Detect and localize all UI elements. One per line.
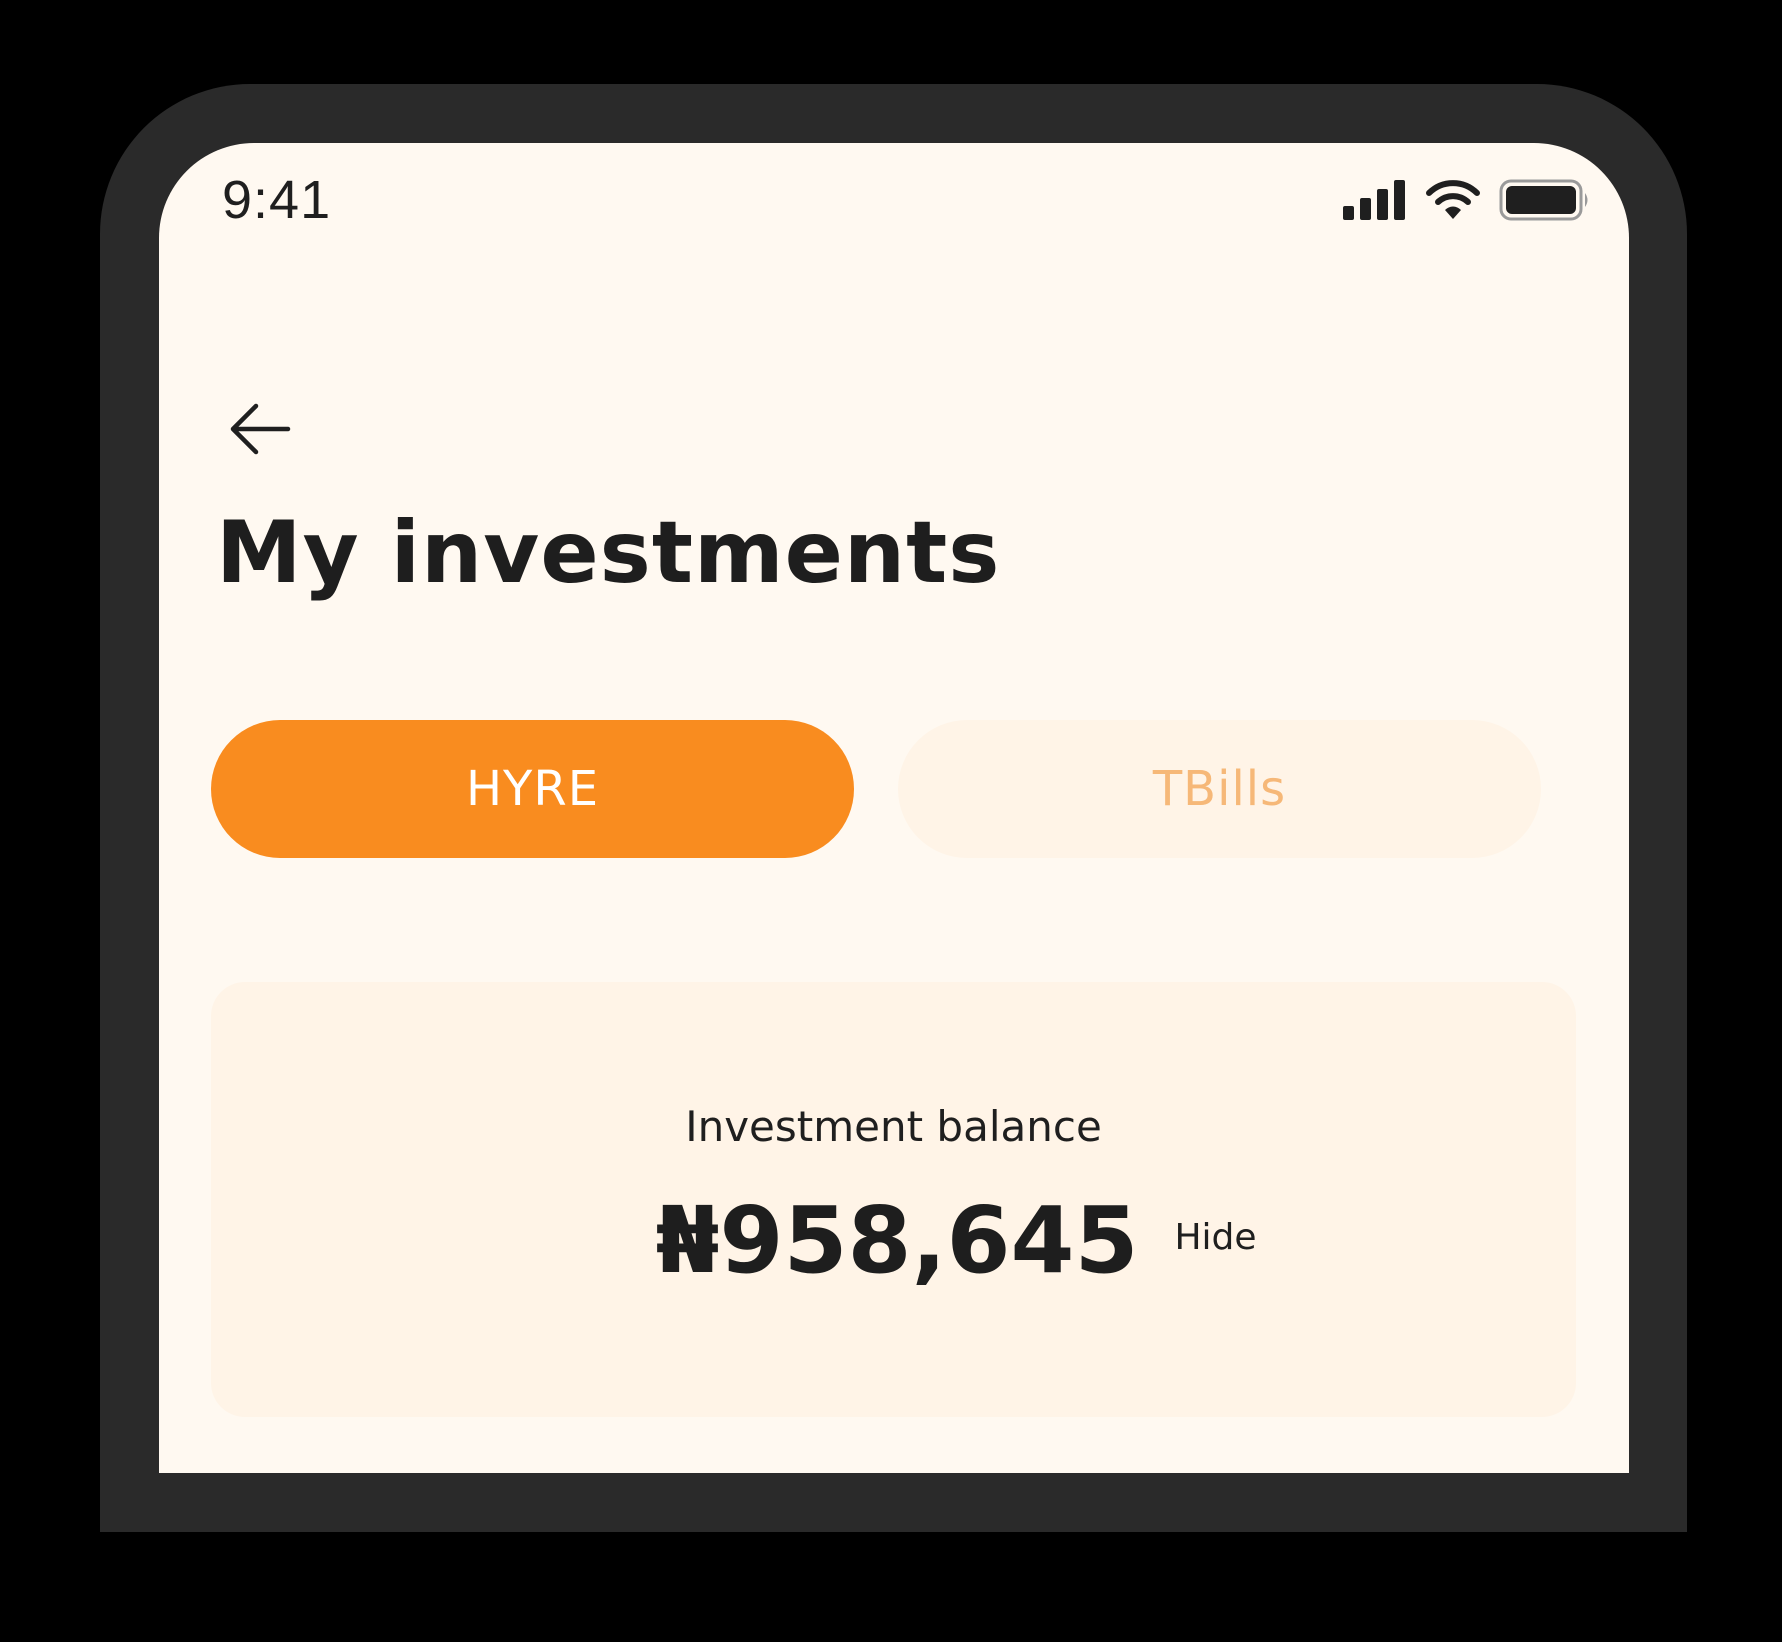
app-screen: 9:41 My investments HYRE TBills Investme… bbox=[159, 143, 1629, 1473]
back-button[interactable] bbox=[225, 399, 295, 459]
battery-icon bbox=[1499, 179, 1588, 221]
wifi-icon bbox=[1426, 180, 1480, 219]
page-title: My investments bbox=[216, 503, 1001, 603]
arrow-left-icon bbox=[230, 403, 291, 455]
balance-label: Investment balance bbox=[685, 1102, 1102, 1151]
status-icons bbox=[1343, 179, 1591, 221]
hide-balance-button[interactable]: Hide bbox=[1174, 1217, 1256, 1258]
cellular-signal-icon bbox=[1343, 180, 1405, 220]
investment-balance-card: Investment balance ₦958,645 Hide bbox=[211, 982, 1576, 1417]
status-time: 9:41 bbox=[222, 170, 332, 230]
balance-row: ₦958,645 Hide bbox=[211, 1187, 1576, 1294]
tab-hyre[interactable]: HYRE bbox=[211, 720, 854, 858]
balance-amount: ₦958,645 bbox=[655, 1187, 1139, 1294]
tab-tbills[interactable]: TBills bbox=[898, 720, 1541, 858]
